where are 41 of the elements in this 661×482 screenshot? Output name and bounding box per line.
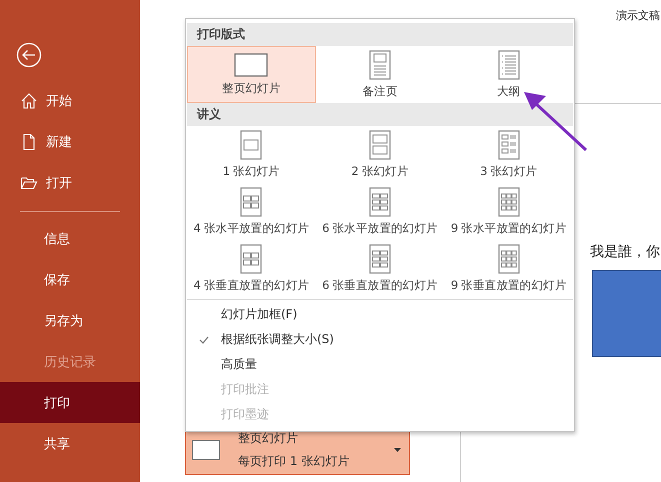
back-button[interactable] bbox=[16, 42, 42, 68]
layout-option[interactable]: 4 张垂直放置的幻灯片 bbox=[187, 240, 316, 297]
layout-option[interactable]: 9 张水平放置的幻灯片 bbox=[444, 183, 573, 240]
section-header: 讲义 bbox=[187, 103, 573, 126]
handout-page-icon bbox=[368, 187, 391, 217]
slide-layout-icon bbox=[234, 53, 268, 77]
sidebar-item[interactable]: 信息 bbox=[0, 218, 140, 259]
layout-option[interactable]: 6 张垂直放置的幻灯片 bbox=[316, 240, 444, 297]
menu-option[interactable]: 高质量 bbox=[187, 352, 573, 377]
layout-option[interactable]: 整页幻灯片 bbox=[187, 46, 316, 103]
handout-page-icon bbox=[240, 244, 262, 274]
layout-option[interactable]: 4 张水平放置的幻灯片 bbox=[187, 183, 316, 240]
layout-option[interactable]: 备注页 bbox=[316, 46, 444, 103]
handout-page-icon bbox=[240, 130, 262, 160]
sidebar-item[interactable]: 保存 bbox=[0, 259, 140, 300]
handout-page-icon bbox=[368, 130, 391, 160]
outline-page-icon bbox=[498, 50, 520, 80]
layout-option[interactable]: 2 张幻灯片 bbox=[316, 126, 444, 183]
layout-option[interactable]: 9 张垂直放置的幻灯片 bbox=[444, 240, 573, 297]
sidebar-item[interactable]: 开始 bbox=[0, 80, 140, 121]
handout-page-icon bbox=[240, 187, 262, 217]
handout-page-icon bbox=[498, 187, 520, 217]
layout-option[interactable]: 6 张水平放置的幻灯片 bbox=[316, 183, 444, 240]
home-icon bbox=[20, 92, 38, 110]
menu-option[interactable]: 根据纸张调整大小(S) bbox=[187, 327, 573, 352]
caret-icon bbox=[394, 448, 401, 452]
handout-page-icon bbox=[498, 244, 520, 274]
section-header: 打印版式 bbox=[187, 23, 573, 46]
handout-page-icon bbox=[368, 244, 391, 274]
slide-text: 我是誰，你 bbox=[590, 243, 660, 261]
sidebar-item[interactable]: 打开 bbox=[0, 162, 140, 203]
layout-option[interactable]: 3 张幻灯片 bbox=[444, 126, 573, 183]
sidebar-item[interactable]: 打印 bbox=[0, 382, 140, 423]
sidebar-item[interactable]: 共享 bbox=[0, 423, 140, 464]
sidebar-item[interactable]: 新建 bbox=[0, 121, 140, 162]
sidebar-item[interactable]: 另存为 bbox=[0, 300, 140, 341]
document-title: 演示文稿 bbox=[616, 8, 660, 23]
menu-option[interactable]: 幻灯片加框(F) bbox=[187, 302, 573, 327]
layout-option[interactable]: 1 张幻灯片 bbox=[187, 126, 316, 183]
handout-page-icon bbox=[498, 130, 520, 160]
notes-page-icon bbox=[368, 50, 391, 80]
